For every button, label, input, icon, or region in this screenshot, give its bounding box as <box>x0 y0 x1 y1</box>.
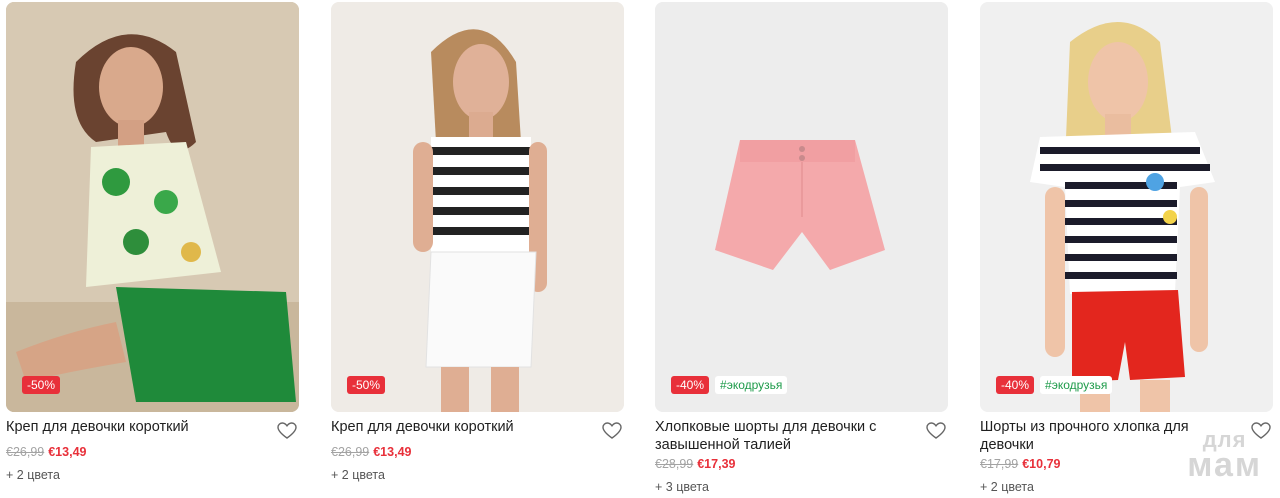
product-card[interactable]: -50% Креп для девочки короткий €26,99 €13… <box>6 0 299 498</box>
product-grid: -50% Креп для девочки короткий €26,99 €13… <box>0 0 1280 498</box>
product-title[interactable]: Креп для девочки короткий <box>331 418 586 436</box>
badges: -50% <box>347 376 386 394</box>
discount-badge: -40% <box>996 376 1035 394</box>
product-card[interactable]: -40% #экодрузья Хлопковые шорты для дево… <box>655 0 948 498</box>
product-card[interactable]: -40% #экодрузья Шорты из прочного хлопка… <box>980 0 1273 498</box>
product-image[interactable]: -40% #экодрузья <box>655 2 948 412</box>
product-photo <box>655 2 948 412</box>
heart-icon[interactable] <box>277 422 297 440</box>
more-colors-link[interactable]: + 3 цвета <box>655 479 709 495</box>
discount-badge: -40% <box>671 376 710 394</box>
price: €17,99 €10,79 <box>980 456 1060 472</box>
product-photo <box>980 2 1273 412</box>
old-price: €26,99 <box>6 445 45 459</box>
product-image[interactable]: -50% <box>6 2 299 412</box>
badges: -40% #экодрузья <box>996 376 1113 394</box>
product-title[interactable]: Хлопковые шорты для девочки с завышенной… <box>655 418 910 454</box>
more-colors-link[interactable]: + 2 цвета <box>980 479 1034 495</box>
striped-top <box>431 137 531 252</box>
heart-icon[interactable] <box>602 422 622 440</box>
product-card[interactable]: -50% Креп для девочки короткий €26,99 €13… <box>331 0 624 498</box>
more-colors-link[interactable]: + 2 цвета <box>331 467 385 483</box>
old-price: €26,99 <box>331 445 370 459</box>
new-price: €13,49 <box>373 445 412 459</box>
new-price: €10,79 <box>1022 457 1061 471</box>
price: €26,99 €13,49 <box>6 444 86 460</box>
discount-badge: -50% <box>22 376 61 394</box>
product-image[interactable]: -40% #экодрузья <box>980 2 1273 412</box>
product-image[interactable]: -50% <box>331 2 624 412</box>
product-title[interactable]: Креп для девочки короткий <box>6 418 261 436</box>
badges: -40% #экодрузья <box>671 376 788 394</box>
old-price: €28,99 <box>655 457 694 471</box>
price: €26,99 €13,49 <box>331 444 411 460</box>
old-price: €17,99 <box>980 457 1019 471</box>
badges: -50% <box>22 376 61 394</box>
watermark-line2: мам <box>1187 446 1262 484</box>
more-colors-link[interactable]: + 2 цвета <box>6 467 60 483</box>
watermark-logo: для мам <box>1187 429 1262 484</box>
eco-badge: #экодрузья <box>1040 376 1113 394</box>
eco-badge: #экодрузья <box>715 376 788 394</box>
heart-icon[interactable] <box>926 422 946 440</box>
new-price: €17,39 <box>697 457 736 471</box>
new-price: €13,49 <box>48 445 87 459</box>
product-photo <box>6 2 299 412</box>
discount-badge: -50% <box>347 376 386 394</box>
price: €28,99 €17,39 <box>655 456 735 472</box>
product-photo <box>331 2 624 412</box>
